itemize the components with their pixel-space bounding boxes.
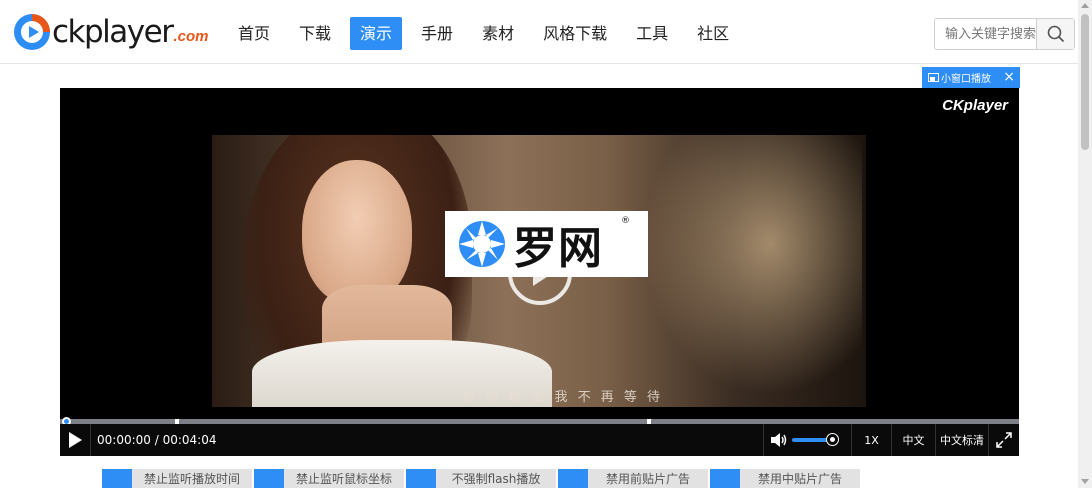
- nav-item-tools[interactable]: 工具: [626, 17, 678, 50]
- nav-item-manual[interactable]: 手册: [411, 17, 463, 50]
- option-label: 不强制flash播放: [451, 472, 541, 486]
- nav-item-home[interactable]: 首页: [228, 17, 280, 50]
- ckplayer-logo-icon: [14, 14, 50, 50]
- volume-control[interactable]: [763, 424, 851, 456]
- overlay-logo-text: 罗网: [513, 223, 603, 274]
- option-label: 禁用前贴片广告: [605, 472, 690, 486]
- mini-window-bar[interactable]: 小窗口播放 ×: [922, 67, 1020, 88]
- no-force-flash-button[interactable]: 不强制flash播放: [406, 469, 556, 488]
- search-button[interactable]: [1036, 19, 1074, 49]
- main-nav: 首页 下载 演示 手册 素材 风格下载 工具 社区: [228, 17, 748, 50]
- player-controls: 00:00:00 / 00:04:04 1X 中文 中文标清: [60, 424, 1019, 456]
- option-swatch: [254, 469, 284, 488]
- scroll-down-arrow-icon[interactable]: [1081, 479, 1089, 484]
- luowang-logo-icon: [459, 221, 505, 267]
- nav-item-style-download[interactable]: 风格下载: [533, 17, 617, 50]
- video-player[interactable]: CKplayer 你 你 地 说 我 不 再 等 待 罗网 ® 00:00:00…: [60, 88, 1019, 456]
- disable-preroll-ad-button[interactable]: 禁用前贴片广告: [558, 469, 708, 488]
- language-button[interactable]: 中文: [891, 424, 935, 456]
- mini-window-icon: [928, 73, 939, 82]
- fullscreen-icon: [996, 432, 1012, 448]
- mini-window-label: 小窗口播放: [941, 74, 991, 85]
- video-figure-face: [302, 160, 412, 305]
- volume-slider[interactable]: [792, 434, 838, 445]
- fullscreen-button[interactable]: [988, 424, 1019, 456]
- video-subtitle: 你 你 地 说 我 不 再 等 待: [462, 390, 664, 405]
- search-icon: [1047, 25, 1064, 43]
- disable-midroll-ad-button[interactable]: 禁用中贴片广告: [710, 469, 860, 488]
- site-logo[interactable]: ckplayer .com: [12, 12, 208, 52]
- top-navigation-bar: ckplayer .com 首页 下载 演示 手册 素材 风格下载 工具 社区: [0, 0, 1078, 64]
- logo-text: ckplayer: [52, 14, 174, 50]
- speed-button[interactable]: 1X: [851, 424, 891, 456]
- mini-window-close-button[interactable]: ×: [1003, 69, 1015, 85]
- option-swatch: [102, 469, 132, 488]
- nav-item-demo[interactable]: 演示: [350, 17, 403, 50]
- time-display: 00:00:00 / 00:04:04: [97, 433, 217, 447]
- play-icon: [69, 432, 82, 448]
- disable-mouse-listener-button[interactable]: 禁止监听鼠标坐标: [254, 469, 404, 488]
- option-label: 禁止监听鼠标坐标: [295, 472, 392, 486]
- option-swatch: [558, 469, 588, 488]
- nav-item-community[interactable]: 社区: [687, 17, 739, 50]
- overlay-logo: 罗网 ®: [445, 211, 648, 277]
- scroll-up-arrow-icon[interactable]: [1081, 3, 1089, 8]
- play-button[interactable]: [60, 424, 91, 456]
- option-label: 禁止监听播放时间: [143, 472, 240, 486]
- option-swatch: [710, 469, 740, 488]
- scroll-thumb[interactable]: [1081, 14, 1089, 150]
- search-box: [934, 18, 1075, 50]
- nav-item-assets[interactable]: 素材: [472, 17, 524, 50]
- page-scrollbar[interactable]: [1078, 0, 1092, 488]
- subtitle-track-button[interactable]: 中文标清: [935, 424, 988, 456]
- search-input[interactable]: [935, 19, 1036, 49]
- option-label: 禁用中贴片广告: [757, 472, 842, 486]
- disable-time-listener-button[interactable]: 禁止监听播放时间: [102, 469, 252, 488]
- nav-item-download[interactable]: 下载: [289, 17, 341, 50]
- option-buttons: 禁止监听播放时间 禁止监听鼠标坐标 不强制flash播放 禁用前贴片广告 禁用中…: [102, 469, 862, 488]
- player-controls-right: 1X 中文 中文标清: [763, 424, 1019, 456]
- logo-suffix: .com: [173, 28, 209, 45]
- video-background-light: [632, 135, 862, 407]
- volume-icon[interactable]: [770, 432, 788, 448]
- player-watermark: CKplayer: [942, 97, 1008, 114]
- volume-knob[interactable]: [827, 434, 838, 445]
- option-swatch: [406, 469, 436, 488]
- registered-mark: ®: [621, 216, 630, 226]
